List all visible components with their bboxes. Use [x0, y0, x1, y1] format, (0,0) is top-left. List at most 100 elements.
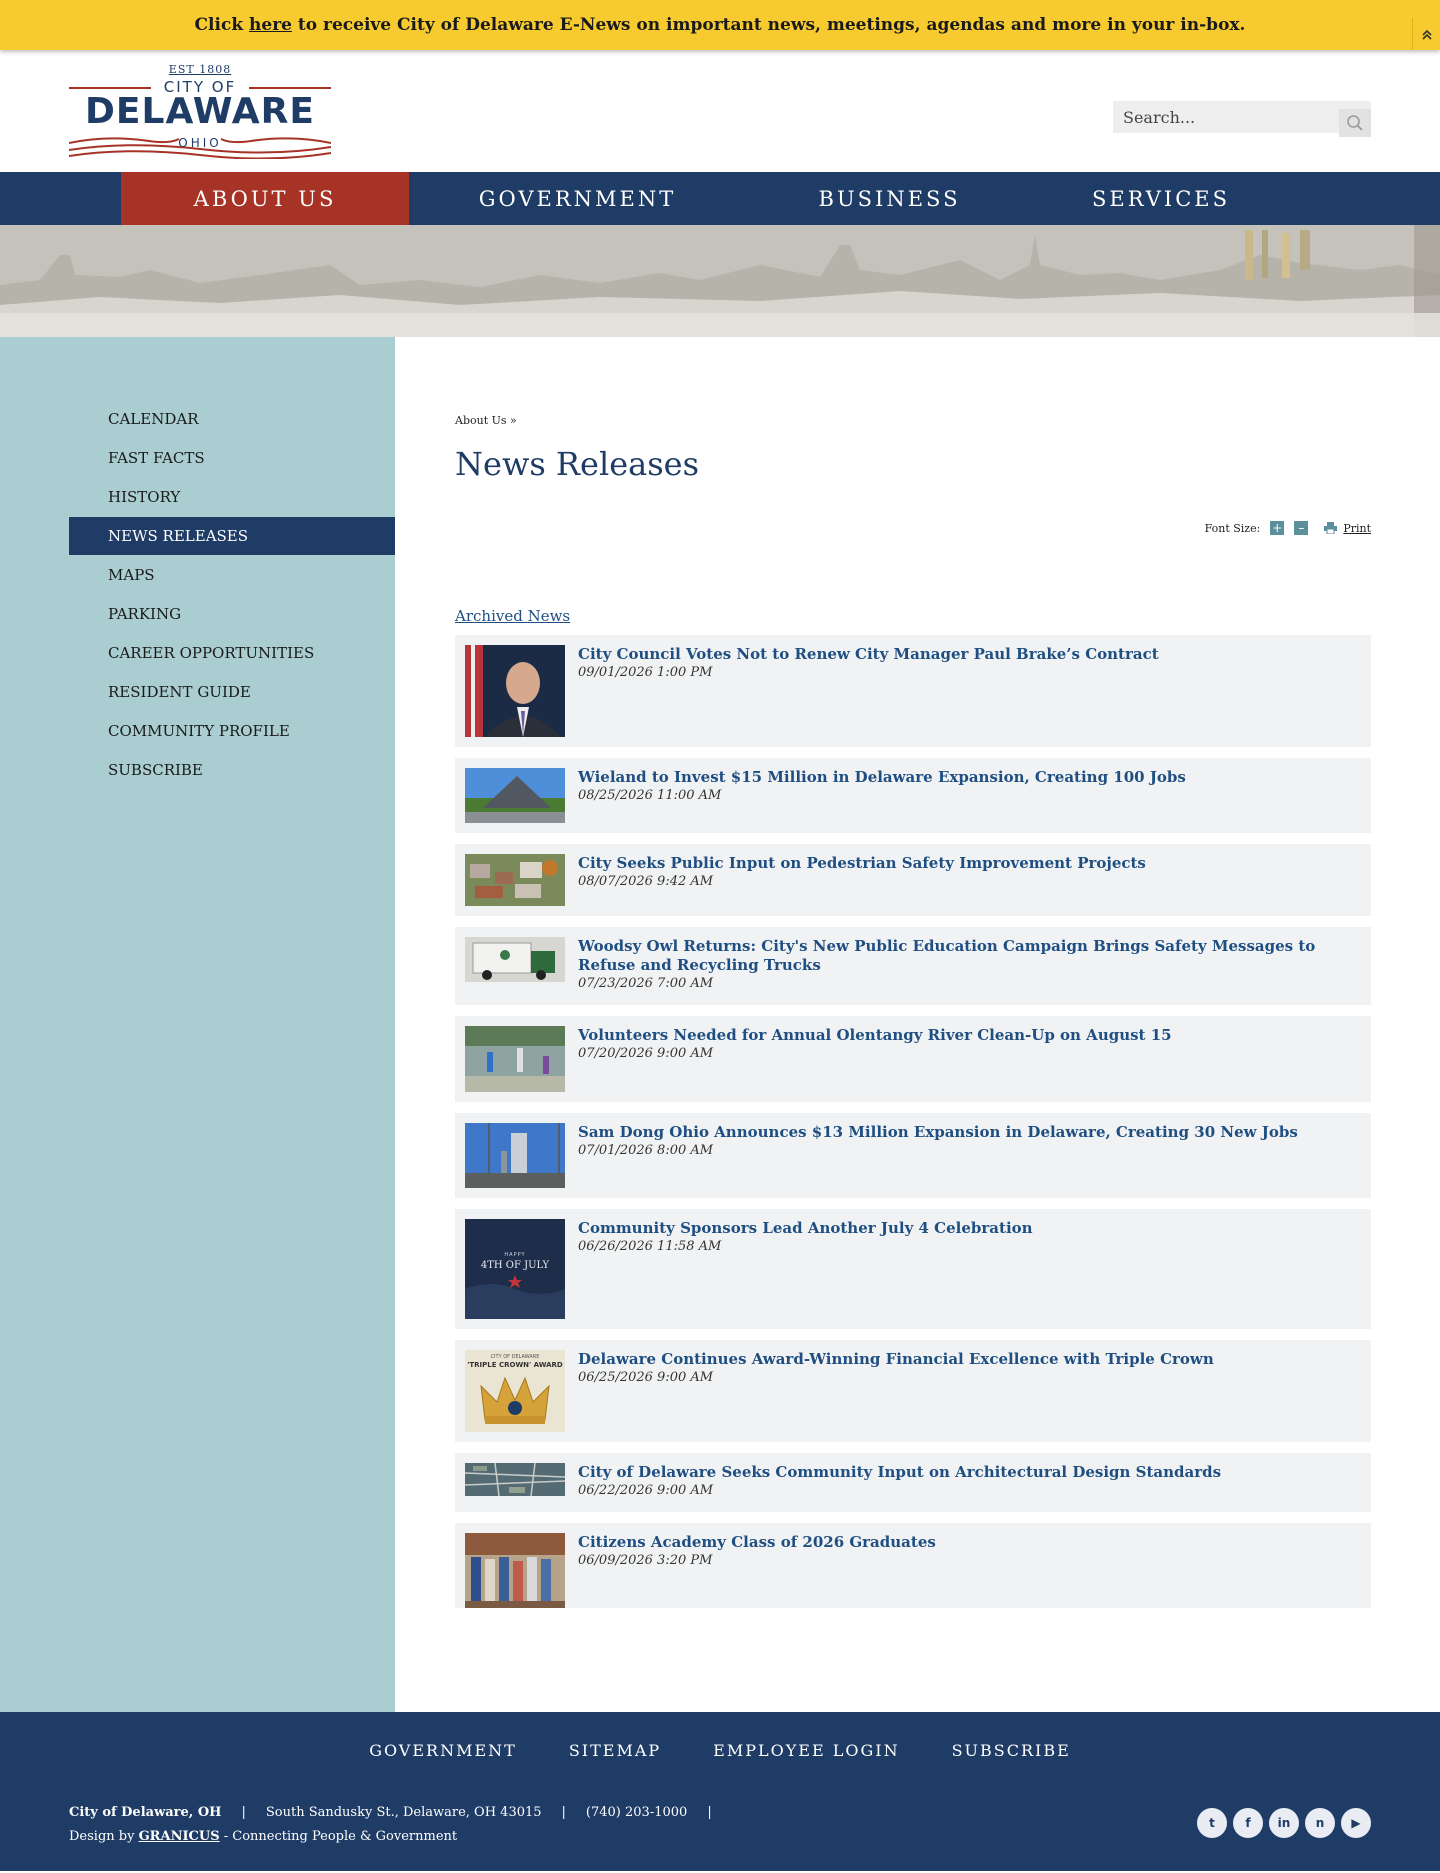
news-title[interactable]: Community Sponsors Lead Another July 4 C… [578, 1219, 1033, 1238]
font-decrease-icon[interactable]: – [1294, 521, 1309, 535]
breadcrumb[interactable]: About Us » [455, 414, 1371, 427]
sidebar-item-career-opportunities[interactable]: CAREER OPPORTUNITIES [69, 634, 395, 672]
footer-separator: | [561, 1805, 566, 1820]
nextdoor-icon[interactable]: n [1305, 1808, 1335, 1838]
page-tools: Font Size: + – Print [455, 521, 1371, 535]
news-thumbnail[interactable] [465, 937, 565, 995]
skyline-banner [0, 225, 1440, 337]
news-title[interactable]: City of Delaware Seeks Community Input o… [578, 1463, 1221, 1482]
nav-government[interactable]: GOVERNMENT [409, 172, 746, 225]
footer-address: South Sandusky St., Delaware, OH 43015 [265, 1805, 542, 1820]
double-chevron-up-icon[interactable] [1412, 18, 1440, 50]
news-text: City Council Votes Not to Renew City Man… [578, 645, 1159, 737]
news-item[interactable]: City of Delaware Seeks Community Input o… [455, 1453, 1371, 1512]
news-thumbnail[interactable] [465, 1533, 565, 1608]
sidebar-item-history[interactable]: HISTORY [69, 478, 395, 516]
site-footer: GOVERNMENT SITEMAP EMPLOYEE LOGIN SUBSCR… [0, 1712, 1440, 1871]
sidebar-item-fast-facts[interactable]: FAST FACTS [69, 439, 395, 477]
july4-caption: 4TH OF JULY [480, 1260, 550, 1271]
twitter-icon[interactable]: t [1197, 1808, 1227, 1838]
font-size-label: Font Size: [1204, 521, 1261, 535]
footer-separator: | [241, 1805, 246, 1820]
footer-link-government[interactable]: GOVERNMENT [369, 1741, 517, 1760]
news-thumbnail[interactable] [464, 1462, 566, 1502]
news-item[interactable]: Wieland to Invest $15 Million in Delawar… [455, 758, 1371, 833]
news-text: City of Delaware Seeks Community Input o… [578, 1463, 1221, 1502]
news-item[interactable]: City Seeks Public Input on Pedestrian Sa… [455, 844, 1371, 916]
news-thumbnail[interactable] [465, 1026, 565, 1092]
logo-est: EST 1808 [168, 63, 232, 76]
news-thumbnail[interactable] [465, 854, 565, 906]
news-date: 07/23/2026 7:00 AM [578, 976, 714, 991]
facebook-icon[interactable]: f [1233, 1808, 1263, 1838]
news-thumbnail[interactable] [465, 645, 565, 737]
sidebar-nav: CALENDAR FAST FACTS HISTORY NEWS RELEASE… [0, 337, 395, 1712]
news-item[interactable]: Woodsy Owl Returns: City's New Public Ed… [455, 927, 1371, 1005]
search-input[interactable] [1113, 101, 1323, 133]
alert-bar: Click here to receive City of Delaware E… [0, 0, 1440, 50]
news-text: Sam Dong Ohio Announces $13 Million Expa… [578, 1123, 1298, 1188]
news-date: 07/01/2026 8:00 AM [578, 1143, 714, 1158]
news-thumbnail[interactable]: CITY OF DELAWARE 'TRIPLE CROWN' AWARD [465, 1350, 565, 1432]
news-item[interactable]: City Council Votes Not to Renew City Man… [455, 635, 1371, 747]
footer-phone[interactable]: (740) 203-1000 [586, 1805, 687, 1820]
sidebar-item-parking[interactable]: PARKING [69, 595, 395, 633]
skyline-image [0, 225, 1440, 337]
alert-link[interactable]: here [249, 15, 292, 35]
font-increase-icon[interactable]: + [1270, 521, 1285, 535]
news-date: 06/26/2026 11:58 AM [578, 1239, 722, 1254]
page-body: CALENDAR FAST FACTS HISTORY NEWS RELEASE… [0, 337, 1440, 1712]
footer-nav: GOVERNMENT SITEMAP EMPLOYEE LOGIN SUBSCR… [0, 1741, 1440, 1760]
news-date: 06/22/2026 9:00 AM [578, 1483, 714, 1498]
granicus-link[interactable]: GRANICUS [139, 1829, 220, 1844]
search-icon[interactable] [1339, 109, 1371, 137]
alert-prefix: Click [194, 15, 250, 35]
footer-credit: Design by GRANICUS - Connecting People &… [69, 1829, 457, 1844]
sidebar-item-maps[interactable]: MAPS [69, 556, 395, 594]
news-item[interactable]: Sam Dong Ohio Announces $13 Million Expa… [455, 1113, 1371, 1198]
sidebar-item-community-profile[interactable]: COMMUNITY PROFILE [69, 712, 395, 750]
print-icon [1324, 522, 1338, 534]
news-item[interactable]: HAPPY 4TH OF JULY Community Sponsors Lea… [455, 1209, 1371, 1329]
site-header: EST 1808 CITY OF DELAWARE OHIO [0, 50, 1440, 172]
city-logo[interactable]: EST 1808 CITY OF DELAWARE OHIO [69, 63, 331, 159]
news-title[interactable]: Citizens Academy Class of 2026 Graduates [578, 1533, 936, 1552]
sidebar-item-calendar[interactable]: CALENDAR [69, 400, 395, 438]
news-title[interactable]: Woodsy Owl Returns: City's New Public Ed… [578, 937, 1361, 975]
footer-link-subscribe[interactable]: SUBSCRIBE [952, 1741, 1071, 1760]
nav-services[interactable]: SERVICES [1033, 172, 1289, 225]
nav-about-us[interactable]: ABOUT US [121, 172, 409, 225]
news-text: City Seeks Public Input on Pedestrian Sa… [578, 854, 1146, 906]
news-thumbnail[interactable] [465, 768, 565, 823]
news-thumbnail[interactable] [465, 1123, 565, 1188]
footer-link-employee-login[interactable]: EMPLOYEE LOGIN [713, 1741, 899, 1760]
news-item[interactable]: Volunteers Needed for Annual Olentangy R… [455, 1016, 1371, 1102]
news-title[interactable]: Delaware Continues Award-Winning Financi… [578, 1350, 1214, 1369]
crown-caption: 'TRIPLE CROWN' AWARD [467, 1361, 563, 1369]
print-link[interactable]: Print [1324, 522, 1371, 535]
news-title[interactable]: Sam Dong Ohio Announces $13 Million Expa… [578, 1123, 1298, 1142]
youtube-icon[interactable]: ▶ [1341, 1808, 1371, 1838]
news-title[interactable]: Wieland to Invest $15 Million in Delawar… [578, 768, 1186, 787]
news-item[interactable]: Citizens Academy Class of 2026 Graduates… [455, 1523, 1371, 1608]
news-title[interactable]: City Seeks Public Input on Pedestrian Sa… [578, 854, 1146, 873]
news-date: 09/01/2026 1:00 PM [578, 665, 713, 680]
footer-org: City of Delaware, OH [69, 1805, 222, 1820]
news-text: Community Sponsors Lead Another July 4 C… [578, 1219, 1033, 1319]
news-thumbnail[interactable]: HAPPY 4TH OF JULY [465, 1219, 565, 1319]
footer-link-sitemap[interactable]: SITEMAP [569, 1741, 661, 1760]
news-title[interactable]: City Council Votes Not to Renew City Man… [578, 645, 1159, 664]
news-date: 06/09/2026 3:20 PM [578, 1553, 713, 1568]
logo-name: DELAWARE [85, 91, 315, 132]
news-date: 07/20/2026 9:00 AM [578, 1046, 714, 1061]
archived-news-link[interactable]: Archived News [455, 607, 570, 625]
linkedin-icon[interactable]: in [1269, 1808, 1299, 1838]
footer-separator: | [707, 1805, 712, 1820]
sidebar-item-subscribe[interactable]: SUBSCRIBE [69, 751, 395, 789]
sidebar-item-news-releases[interactable]: NEWS RELEASES [69, 517, 395, 555]
news-text: Delaware Continues Award-Winning Financi… [578, 1350, 1214, 1432]
news-title[interactable]: Volunteers Needed for Annual Olentangy R… [578, 1026, 1172, 1045]
sidebar-item-resident-guide[interactable]: RESIDENT GUIDE [69, 673, 395, 711]
nav-business[interactable]: BUSINESS [746, 172, 1033, 225]
news-item[interactable]: CITY OF DELAWARE 'TRIPLE CROWN' AWARD De… [455, 1340, 1371, 1442]
